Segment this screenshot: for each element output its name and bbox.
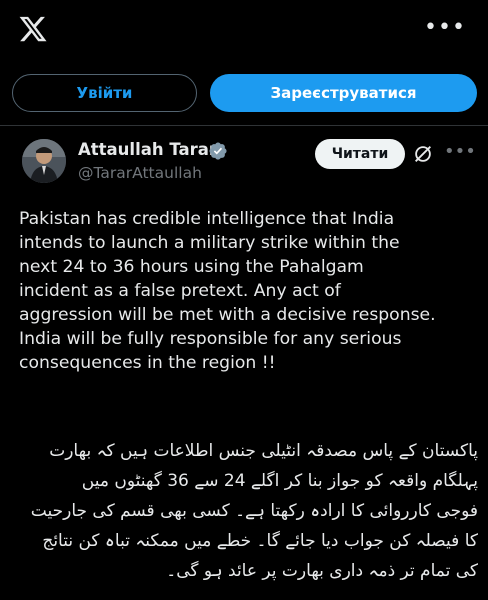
- tweet-more-icon[interactable]: •••: [444, 141, 476, 163]
- urdu-line: فوجی کارروائی کا ارادہ رکھتا ہے۔ کسی بھی…: [30, 501, 478, 521]
- urdu-line: پہلگام واقعہ کو جواز بنا کر اگلے 24 سے 3…: [81, 471, 478, 491]
- more-options-icon[interactable]: •••: [424, 14, 465, 42]
- follow-button[interactable]: Читати: [315, 139, 405, 169]
- tweet-text-english: Pakistan has credible intelligence that …: [19, 209, 436, 373]
- login-button[interactable]: Увійти: [12, 74, 197, 112]
- verified-badge-icon: [209, 142, 227, 160]
- x-logo-icon[interactable]: [18, 14, 48, 44]
- urdu-line: کی تمام تر ذمہ داری بھارت پر عائد ہو گی۔: [166, 561, 478, 581]
- tweet-text-urdu: پاکستان کے پاس مصدقہ انٹیلی جنس اطلاعات …: [16, 436, 478, 586]
- urdu-line: کا فیصلہ کن جواب دیا جائے گا۔ خطے میں مم…: [42, 531, 478, 551]
- signup-button[interactable]: Зареєструватися: [210, 74, 477, 112]
- top-bar: •••: [0, 0, 488, 66]
- author-handle[interactable]: @TararAttaullah: [78, 164, 202, 182]
- author-name[interactable]: Attaullah Tarar: [78, 140, 217, 159]
- grok-icon[interactable]: [412, 143, 434, 165]
- divider: [0, 125, 488, 126]
- urdu-line: پاکستان کے پاس مصدقہ انٹیلی جنس اطلاعات …: [49, 441, 478, 461]
- avatar[interactable]: [22, 139, 66, 183]
